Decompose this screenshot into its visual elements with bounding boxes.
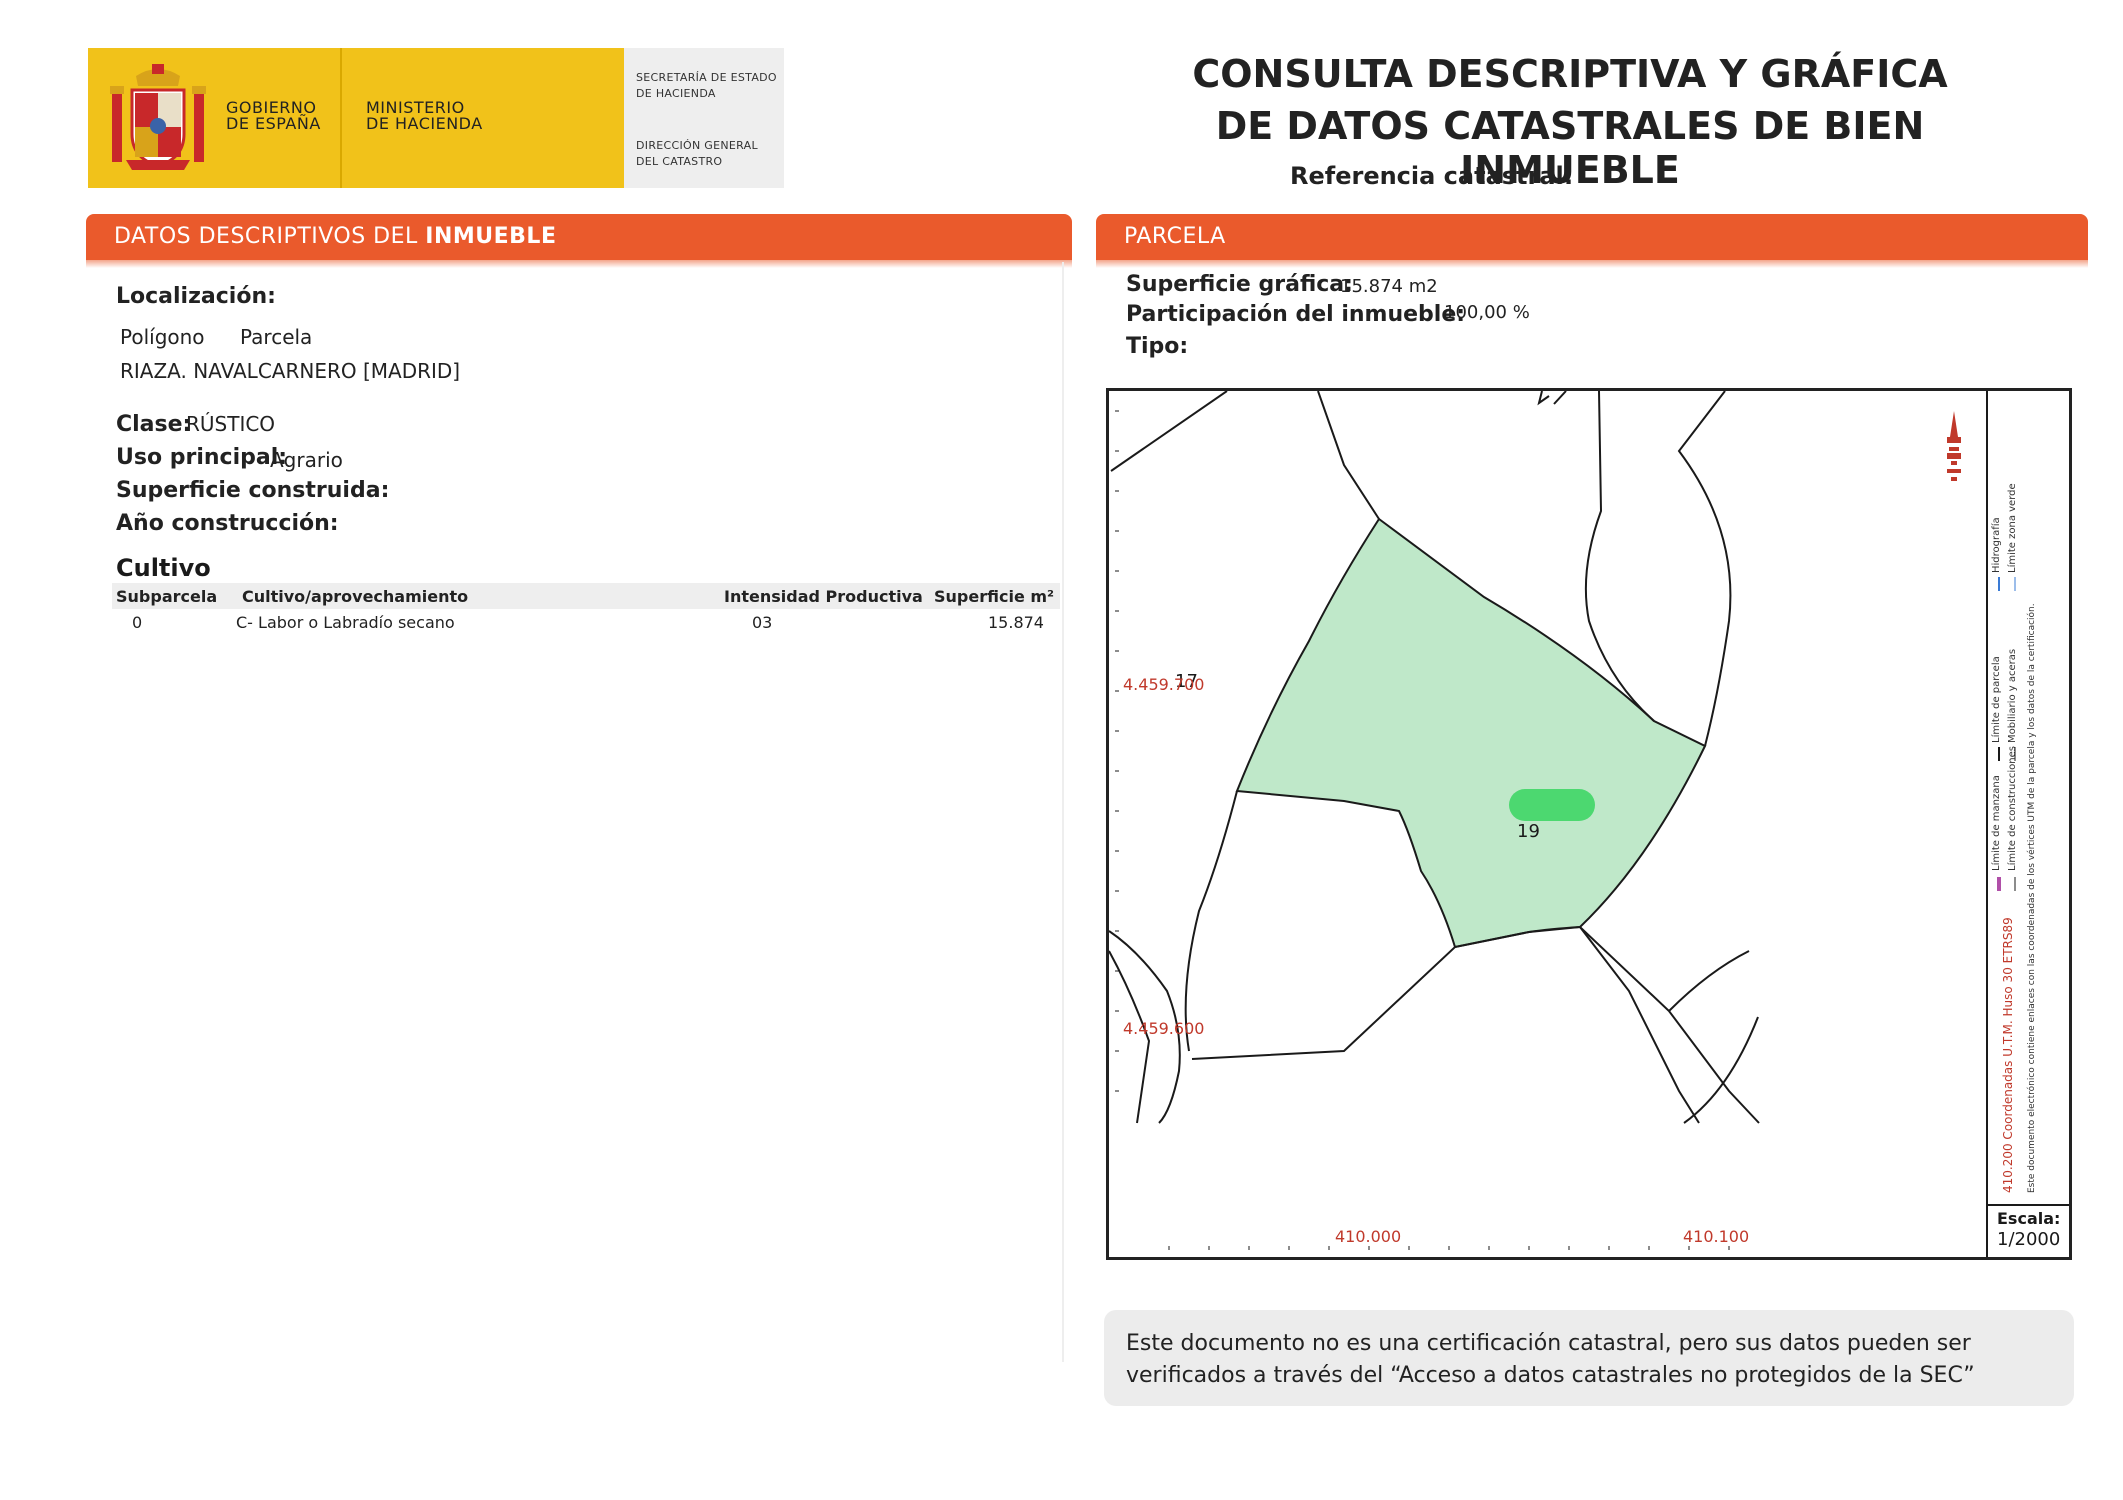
referencia-catastral-label: Referencia catastral:	[1290, 162, 1574, 190]
parcel-number-label: 19	[1517, 821, 1540, 842]
parcel-19-area	[1235, 517, 1707, 949]
electronic-document-note: Este documento electrónico contiene enla…	[2027, 603, 2037, 1193]
legend-limite-zona-verde: Límite zona verde	[2007, 483, 2018, 573]
escala-label: Escala:	[1997, 1209, 2061, 1228]
participacion-value: 100,00 %	[1444, 302, 1530, 323]
clase-value: RÚSTICO	[186, 412, 276, 436]
document-title-line1: CONSULTA DESCRIPTIVA Y GRÁFICA	[1192, 52, 1948, 96]
poligono-label: Polígono	[120, 325, 205, 349]
descriptivos-header-shadow	[86, 260, 1072, 268]
table-cell-subparcela: 0	[132, 613, 143, 632]
cultivo-title: Cultivo	[116, 554, 211, 582]
superficie-grafica-value: 15.874 m2	[1340, 276, 1438, 297]
table-header-intensidad: Intensidad Productiva	[724, 587, 923, 606]
utm-coordinates-text: 410.200 Coordenadas U.T.M. Huso 30 ETRS8…	[2001, 917, 2015, 1193]
superficie-grafica-label: Superficie gráfica:	[1126, 272, 1353, 297]
left-panel-edge	[1062, 262, 1064, 1362]
parcela-header-shadow	[1096, 260, 2088, 268]
tipo-label: Tipo:	[1126, 334, 1189, 359]
y-coordinate-bottom: 4.459.600	[1123, 1019, 1205, 1038]
secretaria-text: SECRETARÍA DE ESTADO DE HACIENDA	[636, 71, 777, 100]
direccion-text: DIRECCIÓN GENERAL DEL CATASTRO	[636, 139, 758, 168]
parcel-map[interactable]: 19 17 4.459.700 4.459.600 410.000 410.10…	[1106, 388, 2072, 1260]
coat-of-arms-icon	[110, 64, 206, 170]
x-coordinate-right: 410.100	[1683, 1227, 1750, 1246]
parcela-label: Parcela	[240, 325, 313, 349]
legend-hidrografia: Hidrografía	[1991, 517, 2002, 573]
legend-limite-construcciones: Límite de construcciones	[2007, 746, 2018, 871]
table-cell-cultivo: C- Labor o Labradío secano	[236, 613, 455, 632]
uso-principal-label: Uso principal:	[116, 445, 288, 470]
ministerio-text: MINISTERIO DE HACIENDA	[366, 98, 483, 133]
legend-limite-parcela: Límite de parcela	[1991, 656, 2002, 743]
table-cell-intensidad: 03	[752, 613, 773, 632]
anio-construccion-label: Año construcción:	[116, 511, 339, 536]
north-arrow-icon	[1947, 411, 1961, 481]
escala-value: 1/2000	[1997, 1229, 2061, 1250]
parcela-section-header: PARCELA	[1096, 214, 2088, 260]
address-text: RIAZA. NAVALCARNERO [MADRID]	[120, 359, 461, 383]
legend-mobiliario-aceras: Mobiliario y aceras	[2007, 648, 2018, 743]
y-coordinate-top: 4.459.700	[1123, 675, 1205, 694]
superficie-construida-label: Superficie construida:	[116, 478, 390, 503]
table-header-cultivo: Cultivo/aprovechamiento	[242, 587, 469, 606]
table-header-superficie: Superficie m²	[934, 587, 1055, 606]
gobierno-text: GOBIERNO DE ESPAÑA	[226, 98, 321, 133]
verification-note-text: Este documento no es una certificación c…	[1126, 1331, 1975, 1388]
table-cell-superficie: 15.874	[988, 613, 1044, 632]
table-header-subparcela: Subparcela	[116, 587, 218, 606]
parcel-label-highlight	[1509, 789, 1595, 821]
uso-principal-value: Agrario	[270, 448, 343, 472]
x-coordinate-left: 410.000	[1335, 1227, 1402, 1246]
legend-limite-manzana: Límite de manzana	[1991, 775, 2002, 871]
localizacion-label: Localización:	[116, 284, 276, 309]
clase-label: Clase:	[116, 412, 192, 437]
participacion-label: Participación del inmueble:	[1126, 302, 1466, 327]
logo-divider	[340, 48, 342, 188]
descriptivos-section-header: DATOS DESCRIPTIVOS DEL INMUEBLE	[86, 214, 1072, 260]
